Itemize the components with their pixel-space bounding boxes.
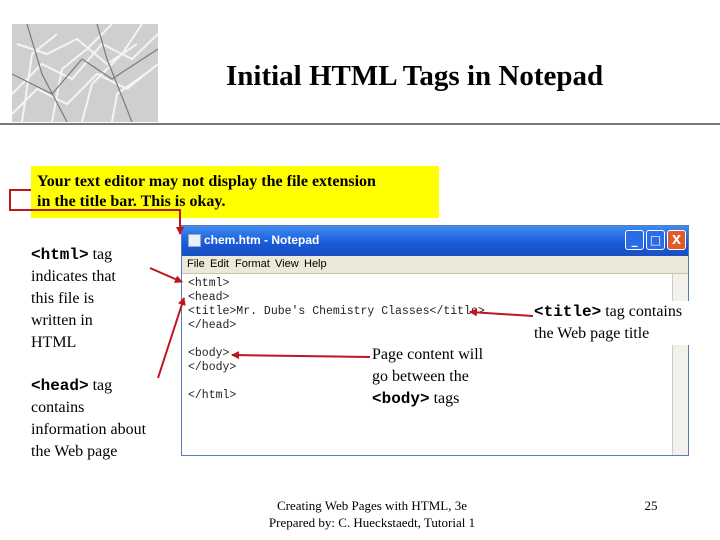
close-button[interactable]: X [667, 230, 686, 250]
menu-help[interactable]: Help [304, 258, 327, 270]
code-line: </html> [188, 389, 237, 402]
footer-line-1: Creating Web Pages with HTML, 3e [276, 498, 468, 513]
html-note-line-1: indicates that [31, 268, 116, 285]
body-tag-note: Page content will go between the <body> … [372, 344, 522, 410]
menu-format[interactable]: Format [235, 258, 270, 270]
code-line: <body> [188, 347, 230, 360]
body-note-line-2: go between the [372, 368, 469, 385]
callout-line-2: in the title bar. This is okay. [37, 193, 226, 210]
title-note-line-2: the Web page title [534, 325, 650, 342]
notepad-menubar: File Edit Format View Help [182, 256, 688, 274]
footer-credit: Creating Web Pages with HTML, 3e Prepare… [222, 497, 522, 531]
header-image [12, 24, 158, 122]
body-note-line-1: Page content will [372, 346, 484, 363]
head-tag-code: <head> [31, 377, 89, 395]
head-tag-note: <head> tag contains information about th… [31, 375, 181, 463]
minimize-button[interactable]: _ [625, 230, 644, 250]
head-note-line-2: information about [31, 421, 147, 438]
code-line: <head> [188, 291, 230, 304]
title-tag-code: <title> [534, 303, 602, 321]
html-note-line-4: HTML [31, 334, 77, 351]
html-tag-code: <html> [31, 246, 89, 264]
head-note-line-1: contains [31, 399, 85, 416]
notepad-window-title: chem.htm - Notepad [204, 233, 320, 247]
title-tag-word: tag contains [601, 303, 683, 320]
code-line: </head> [188, 319, 237, 332]
html-note-line-3: written in [31, 312, 93, 329]
code-line: </body> [188, 361, 237, 374]
menu-view[interactable]: View [275, 258, 299, 270]
page-number: 25 [644, 498, 658, 513]
notepad-titlebar[interactable]: chem.htm - Notepad _ □ X [182, 226, 688, 256]
header-divider [0, 123, 720, 125]
notepad-app-icon [188, 234, 201, 247]
slide-title: Initial HTML Tags in Notepad [226, 60, 604, 92]
body-tag-word: tags [429, 390, 460, 407]
head-note-line-3: the Web page [31, 443, 118, 460]
head-tag-word: tag [88, 377, 113, 394]
body-tag-code: <body> [372, 390, 430, 408]
menu-edit[interactable]: Edit [210, 258, 229, 270]
html-note-line-2: this file is [31, 290, 95, 307]
footer-line-2: Prepared by: C. Hueckstaedt, Tutorial 1 [268, 515, 476, 530]
code-line: <html> [188, 277, 230, 290]
code-line: <title>Mr. Dube's Chemistry Classes</tit… [188, 305, 485, 318]
html-tag-note: <html> tag indicates that this file is w… [31, 244, 181, 354]
callout-line-1: Your text editor may not display the fil… [37, 173, 376, 190]
callout-box: Your text editor may not display the fil… [31, 166, 439, 218]
html-tag-word: tag [88, 246, 113, 263]
title-tag-note: <title> tag contains the Web page title [534, 301, 718, 345]
menu-file[interactable]: File [187, 258, 205, 270]
maximize-button[interactable]: □ [646, 230, 665, 250]
